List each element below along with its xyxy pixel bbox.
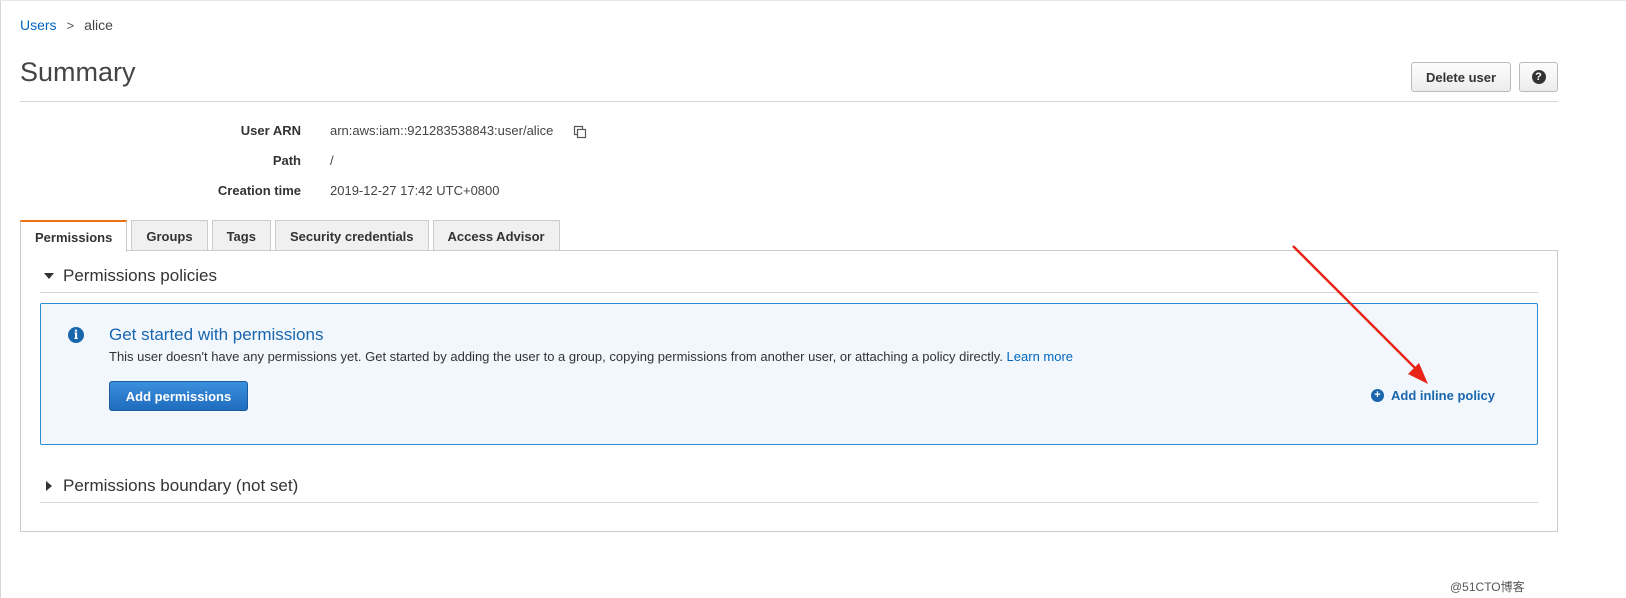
tab-access-advisor[interactable]: Access Advisor [432, 220, 560, 251]
section-divider [40, 502, 1538, 503]
top-border [0, 0, 1626, 1]
get-started-alert: i Get started with permissions This user… [40, 303, 1538, 445]
tab-groups[interactable]: Groups [131, 220, 208, 251]
user-arn-value: arn:aws:iam::921283538843:user/alice [330, 123, 554, 138]
info-icon: i [68, 327, 84, 343]
help-button[interactable]: ? [1519, 62, 1558, 92]
copy-icon[interactable] [573, 125, 587, 139]
breadcrumb-users-link[interactable]: Users [20, 17, 57, 33]
tab-tags[interactable]: Tags [211, 220, 271, 251]
page-title: Summary [20, 57, 136, 87]
delete-user-button[interactable]: Delete user [1411, 62, 1511, 92]
caret-down-icon [44, 273, 54, 279]
user-arn-label: User ARN [240, 123, 301, 138]
path-value: / [330, 153, 334, 168]
permissions-policies-heading: Permissions policies [63, 266, 217, 285]
creation-time-label: Creation time [217, 183, 301, 198]
add-inline-policy-link[interactable]: + Add inline policy [1371, 388, 1495, 403]
permissions-boundary-toggle[interactable]: Permissions boundary (not set) [44, 476, 298, 496]
breadcrumb: Users > alice [20, 17, 113, 33]
breadcrumb-current: alice [84, 17, 113, 33]
left-border [0, 0, 1, 598]
caret-right-icon [46, 481, 52, 491]
alert-text: This user doesn't have any permissions y… [109, 349, 1073, 364]
section-divider [40, 292, 1538, 293]
creation-time-value: 2019-12-27 17:42 UTC+0800 [330, 183, 500, 198]
alert-body: This user doesn't have any permissions y… [109, 349, 1003, 364]
plus-circle-icon: + [1371, 389, 1384, 402]
permissions-policies-toggle[interactable]: Permissions policies [44, 266, 217, 286]
path-label: Path [272, 153, 301, 168]
permissions-boundary-heading: Permissions boundary (not set) [63, 476, 299, 495]
add-inline-policy-label: Add inline policy [1391, 388, 1496, 403]
learn-more-link[interactable]: Learn more [1007, 349, 1073, 364]
help-icon: ? [1531, 70, 1546, 84]
add-permissions-button[interactable]: Add permissions [109, 381, 248, 411]
tab-permissions[interactable]: Permissions [20, 220, 128, 252]
tab-bar: Permissions Groups Tags Security credent… [20, 220, 564, 252]
watermark: @51CTO博客 [1450, 580, 1525, 594]
breadcrumb-separator: > [66, 17, 75, 33]
tab-security-credentials[interactable]: Security credentials [274, 220, 429, 251]
alert-title: Get started with permissions [109, 325, 324, 344]
title-divider [20, 101, 1558, 102]
